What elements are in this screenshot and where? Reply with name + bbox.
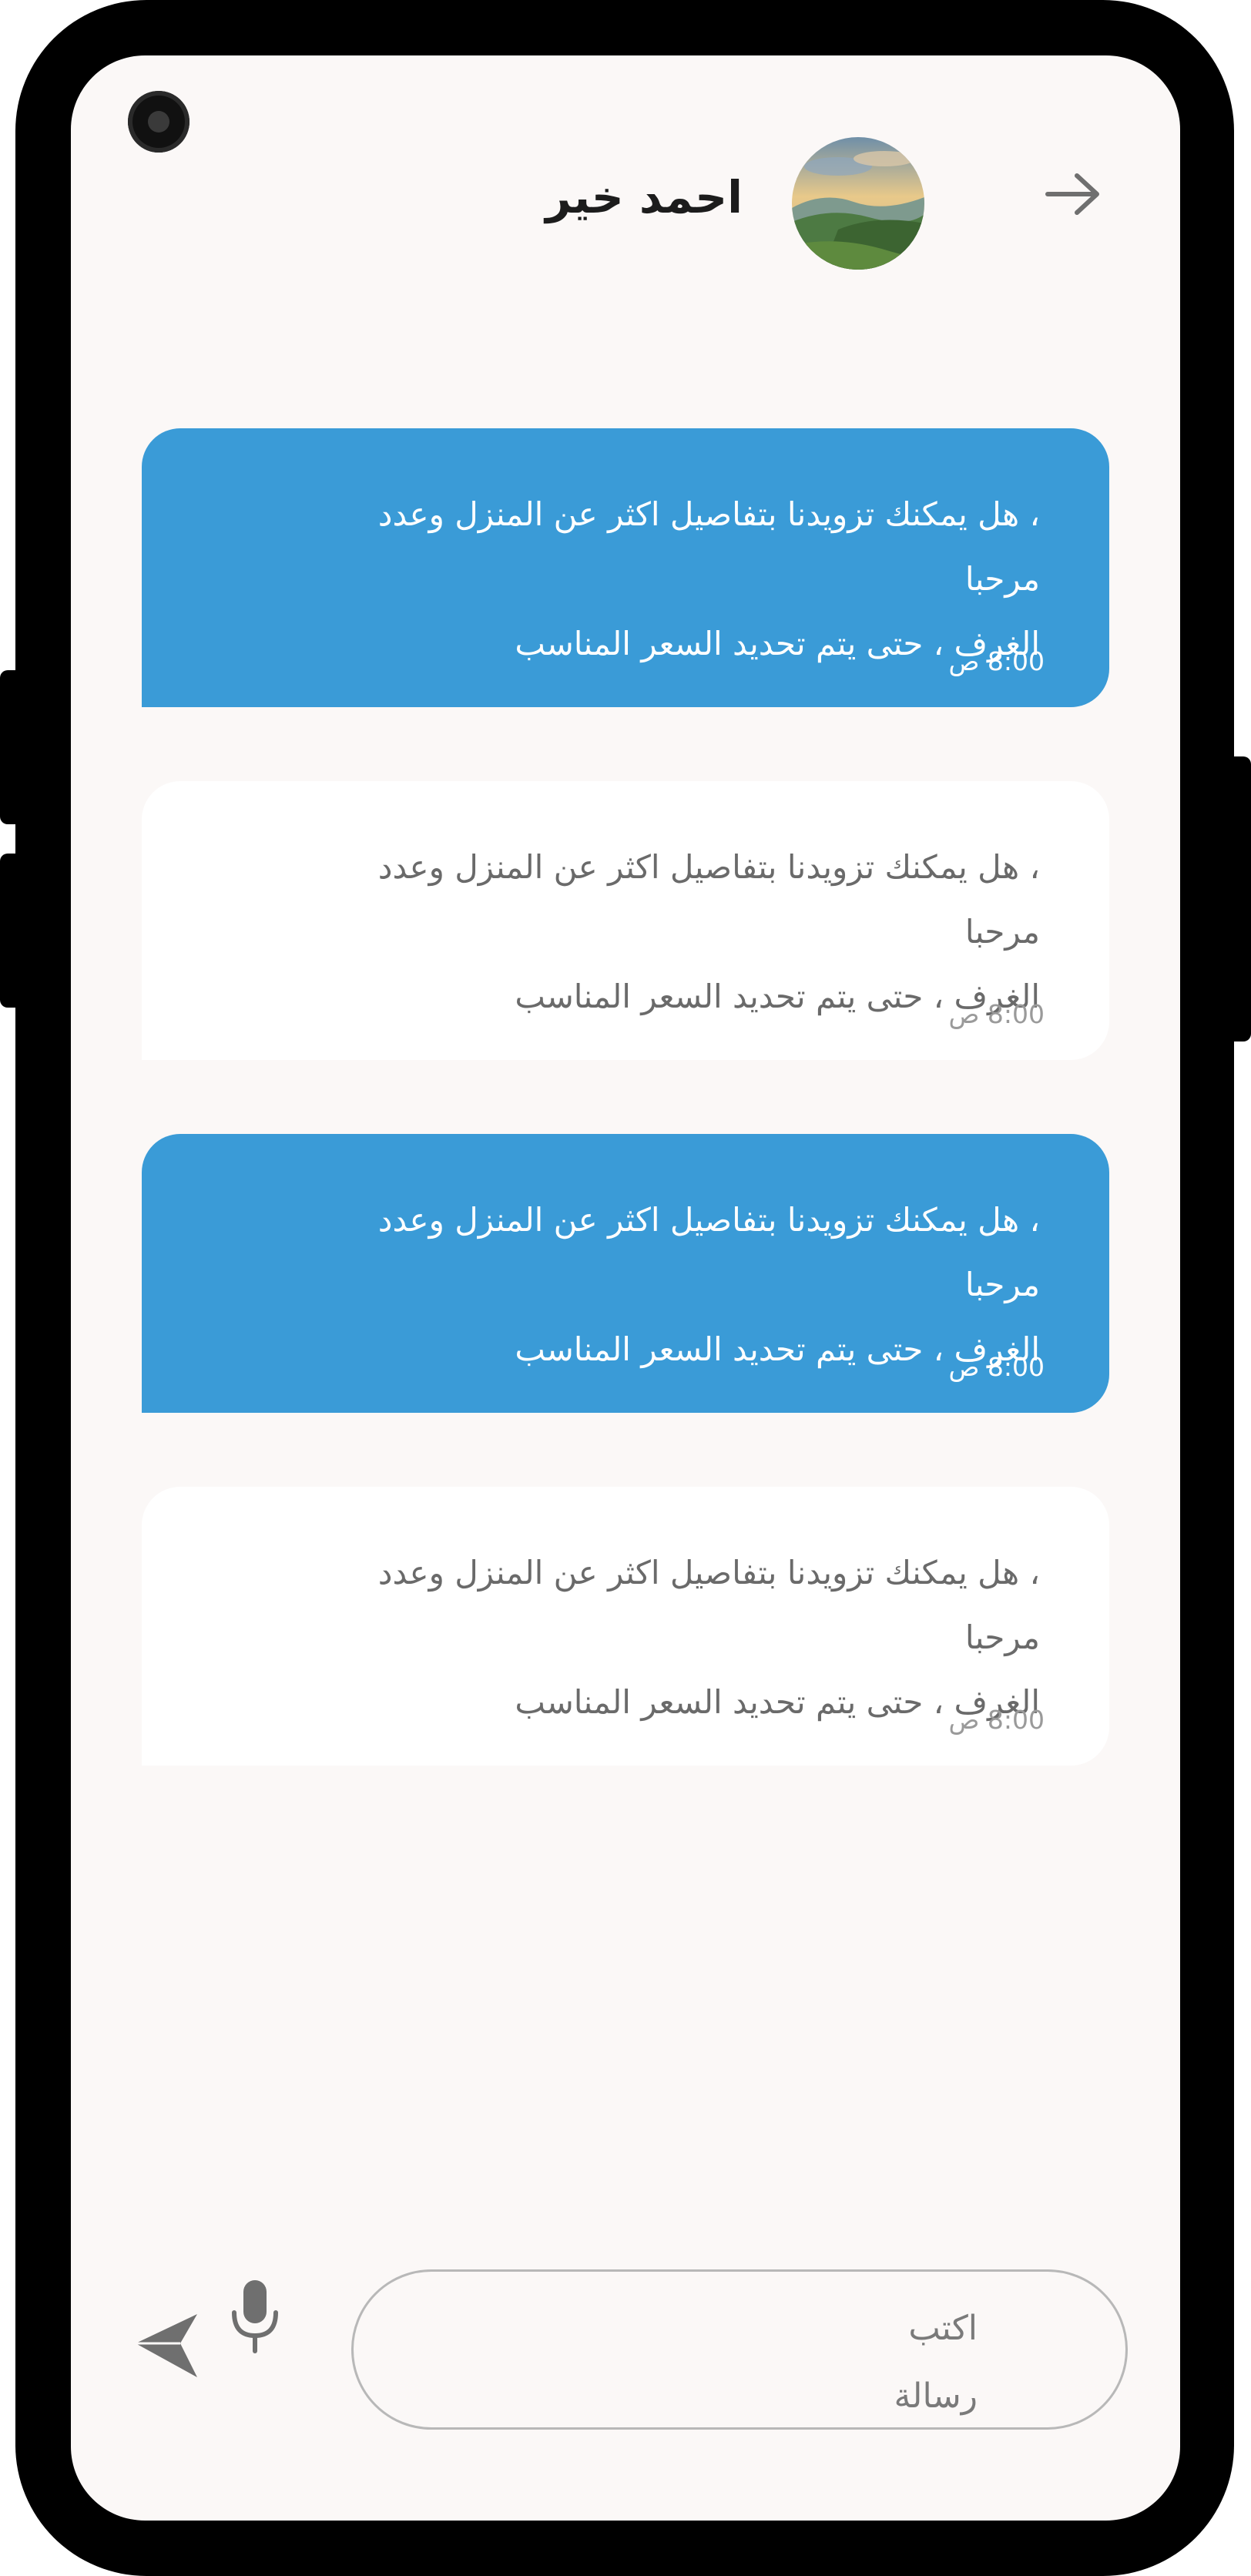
contact-name: احمد خير	[545, 171, 743, 223]
arrow-right-icon[interactable]	[1043, 171, 1105, 217]
message-line: ، هل يمكنك تزويدنا بتفاصيل اكثر عن المنز…	[377, 495, 1040, 533]
message-input-placeholder: اكتب رسالة	[823, 2295, 978, 2430]
message-text: ، هل يمكنك تزويدنا بتفاصيل اكثر عن المنز…	[270, 1541, 1040, 1735]
send-icon[interactable]	[132, 2311, 203, 2380]
message-line: ، هل يمكنك تزويدنا بتفاصيل اكثر عن المنز…	[377, 1554, 1040, 1592]
message-line: مرحبا	[964, 1266, 1040, 1303]
message-text: ، هل يمكنك تزويدنا بتفاصيل اكثر عن المنز…	[270, 482, 1040, 676]
message-line: الغرف ، حتى يتم تحديد السعر المناسب	[515, 978, 1040, 1015]
message-line: ، هل يمكنك تزويدنا بتفاصيل اكثر عن المنز…	[377, 848, 1040, 886]
message-text: ، هل يمكنك تزويدنا بتفاصيل اكثر عن المنز…	[270, 1188, 1040, 1382]
message-line: مرحبا	[964, 913, 1040, 951]
message-line: الغرف ، حتى يتم تحديد السعر المناسب	[515, 1330, 1040, 1368]
volume-up-button	[0, 670, 18, 824]
front-camera	[128, 91, 189, 153]
message-time: 8:00 ص	[948, 999, 1045, 1029]
message-bubble-sent[interactable]: ، هل يمكنك تزويدنا بتفاصيل اكثر عن المنز…	[142, 428, 1109, 707]
message-input[interactable]: اكتب رسالة	[351, 2269, 1128, 2430]
message-bubble-received[interactable]: ، هل يمكنك تزويدنا بتفاصيل اكثر عن المنز…	[142, 781, 1109, 1060]
landscape-photo	[792, 137, 924, 270]
message-line: ، هل يمكنك تزويدنا بتفاصيل اكثر عن المنز…	[377, 1201, 1040, 1239]
message-time: 8:00 ص	[948, 646, 1045, 676]
message-text: ، هل يمكنك تزويدنا بتفاصيل اكثر عن المنز…	[270, 835, 1040, 1029]
placeholder-line: رسالة	[894, 2376, 978, 2416]
message-bubble-received[interactable]: ، هل يمكنك تزويدنا بتفاصيل اكثر عن المنز…	[142, 1487, 1109, 1766]
message-line: الغرف ، حتى يتم تحديد السعر المناسب	[515, 625, 1040, 662]
microphone-icon[interactable]	[228, 2277, 282, 2354]
placeholder-line: اكتب	[908, 2309, 978, 2348]
message-line: الغرف ، حتى يتم تحديد السعر المناسب	[515, 1683, 1040, 1721]
avatar[interactable]	[792, 137, 924, 270]
message-time: 8:00 ص	[948, 1705, 1045, 1735]
message-bubble-sent[interactable]: ، هل يمكنك تزويدنا بتفاصيل اكثر عن المنز…	[142, 1134, 1109, 1413]
volume-down-button	[0, 854, 18, 1008]
message-line: مرحبا	[964, 560, 1040, 598]
message-time: 8:00 ص	[948, 1352, 1045, 1382]
message-line: مرحبا	[964, 1618, 1040, 1656]
chat-screen: احمد خير ، هل يمكنك تزويدنا بتفاصيل اكثر…	[71, 55, 1180, 2521]
power-button	[1233, 756, 1251, 1041]
